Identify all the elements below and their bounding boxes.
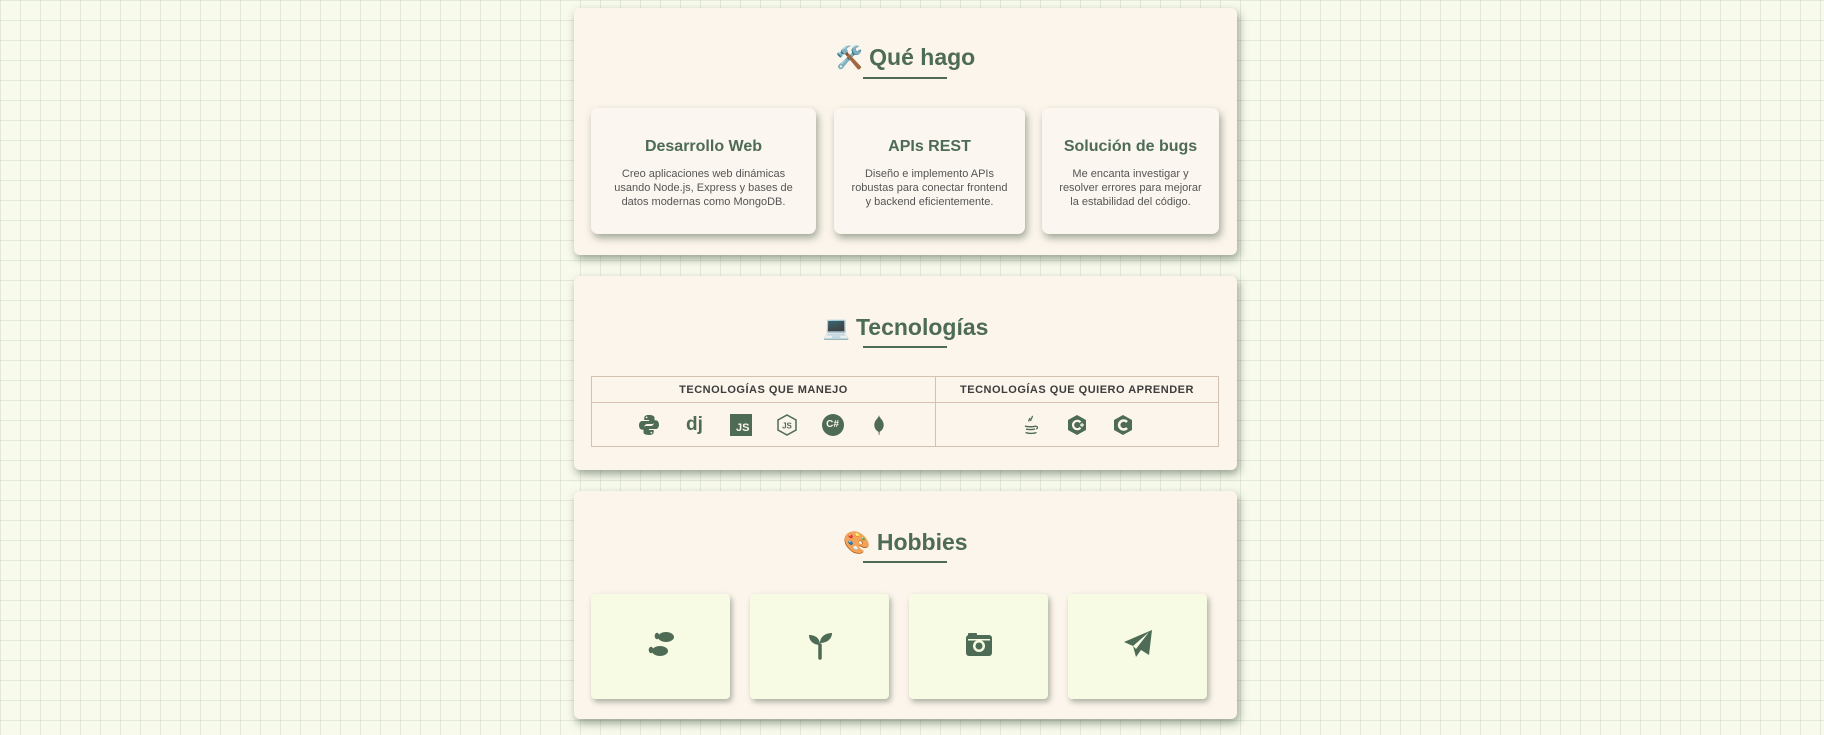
javascript-label: JS — [729, 413, 752, 436]
django-label: dj — [686, 413, 703, 435]
title-underline — [863, 561, 947, 563]
service-card-text: Creo aplicaciones web dinámicas usando N… — [614, 168, 793, 208]
svg-text:JS: JS — [782, 421, 792, 430]
service-card-title: Desarrollo Web — [644, 138, 763, 155]
section-title-tecnologias: 💻 Tecnologías — [574, 314, 1237, 341]
palette-emoji-icon: 🎨 — [843, 530, 871, 555]
section-title-text: Tecnologías — [855, 314, 989, 340]
title-underline — [863, 77, 947, 79]
hobby-card-travel[interactable] — [1068, 594, 1207, 699]
c-icon — [1110, 412, 1136, 438]
django-icon: dj — [682, 412, 708, 438]
learn-technologies-cell — [935, 402, 1219, 447]
python-icon — [636, 412, 662, 438]
mongodb-icon — [866, 412, 892, 438]
javascript-icon: JS — [728, 412, 754, 438]
technologies-table: TECNOLOGÍAS QUE MANEJO TECNOLOGÍAS QUE Q… — [591, 376, 1219, 447]
section-hobbies: 🎨 Hobbies — [574, 491, 1237, 719]
seedling-icon — [804, 628, 836, 665]
section-title-text: Qué hago — [869, 44, 976, 70]
laptop-emoji-icon: 💻 — [822, 315, 850, 340]
service-card-apis: APIs REST Diseño e implemento APIs robus… — [834, 108, 1025, 234]
section-tecnologias: 💻 Tecnologías TECNOLOGÍAS QUE MANEJO TECN… — [574, 276, 1237, 470]
known-technologies-cell: dj JS JS C# — [591, 402, 936, 447]
camera-retro-icon — [964, 629, 994, 664]
section-title-text: Hobbies — [876, 529, 968, 555]
section-title-hobbies: 🎨 Hobbies — [574, 529, 1237, 556]
service-card-web: Desarrollo Web Creo aplicaciones web din… — [591, 108, 816, 234]
section-title-que-hago: 🛠️ Qué hago — [574, 44, 1237, 71]
service-card-title: APIs REST — [888, 138, 971, 155]
hobby-card-photography[interactable] — [909, 594, 1048, 699]
cplusplus-icon — [1064, 412, 1090, 438]
service-card-title: Solución de bugs — [1063, 138, 1198, 155]
java-icon — [1018, 412, 1044, 438]
service-card-text: Diseño e implemento APIs robustas para c… — [851, 168, 1008, 208]
footprints-icon — [644, 627, 678, 666]
section-que-hago: 🛠️ Qué hago Desarrollo Web Creo aplicacio… — [574, 8, 1237, 255]
csharp-label: C# — [821, 413, 844, 436]
tools-emoji-icon: 🛠️ — [835, 45, 864, 70]
hobby-card-gardening[interactable] — [750, 594, 889, 699]
service-card-text: Me encanta investigar y resolver errores… — [1059, 168, 1202, 208]
paper-plane-icon — [1122, 628, 1154, 665]
hobby-card-walking[interactable] — [591, 594, 730, 699]
service-card-bugs: Solución de bugs Me encanta investigar y… — [1042, 108, 1219, 234]
csharp-icon: C# — [820, 412, 846, 438]
column-header-known: TECNOLOGÍAS QUE MANEJO — [591, 376, 936, 403]
nodejs-icon: JS — [774, 412, 800, 438]
column-header-learn: TECNOLOGÍAS QUE QUIERO APRENDER — [935, 376, 1219, 403]
title-underline — [863, 346, 947, 348]
